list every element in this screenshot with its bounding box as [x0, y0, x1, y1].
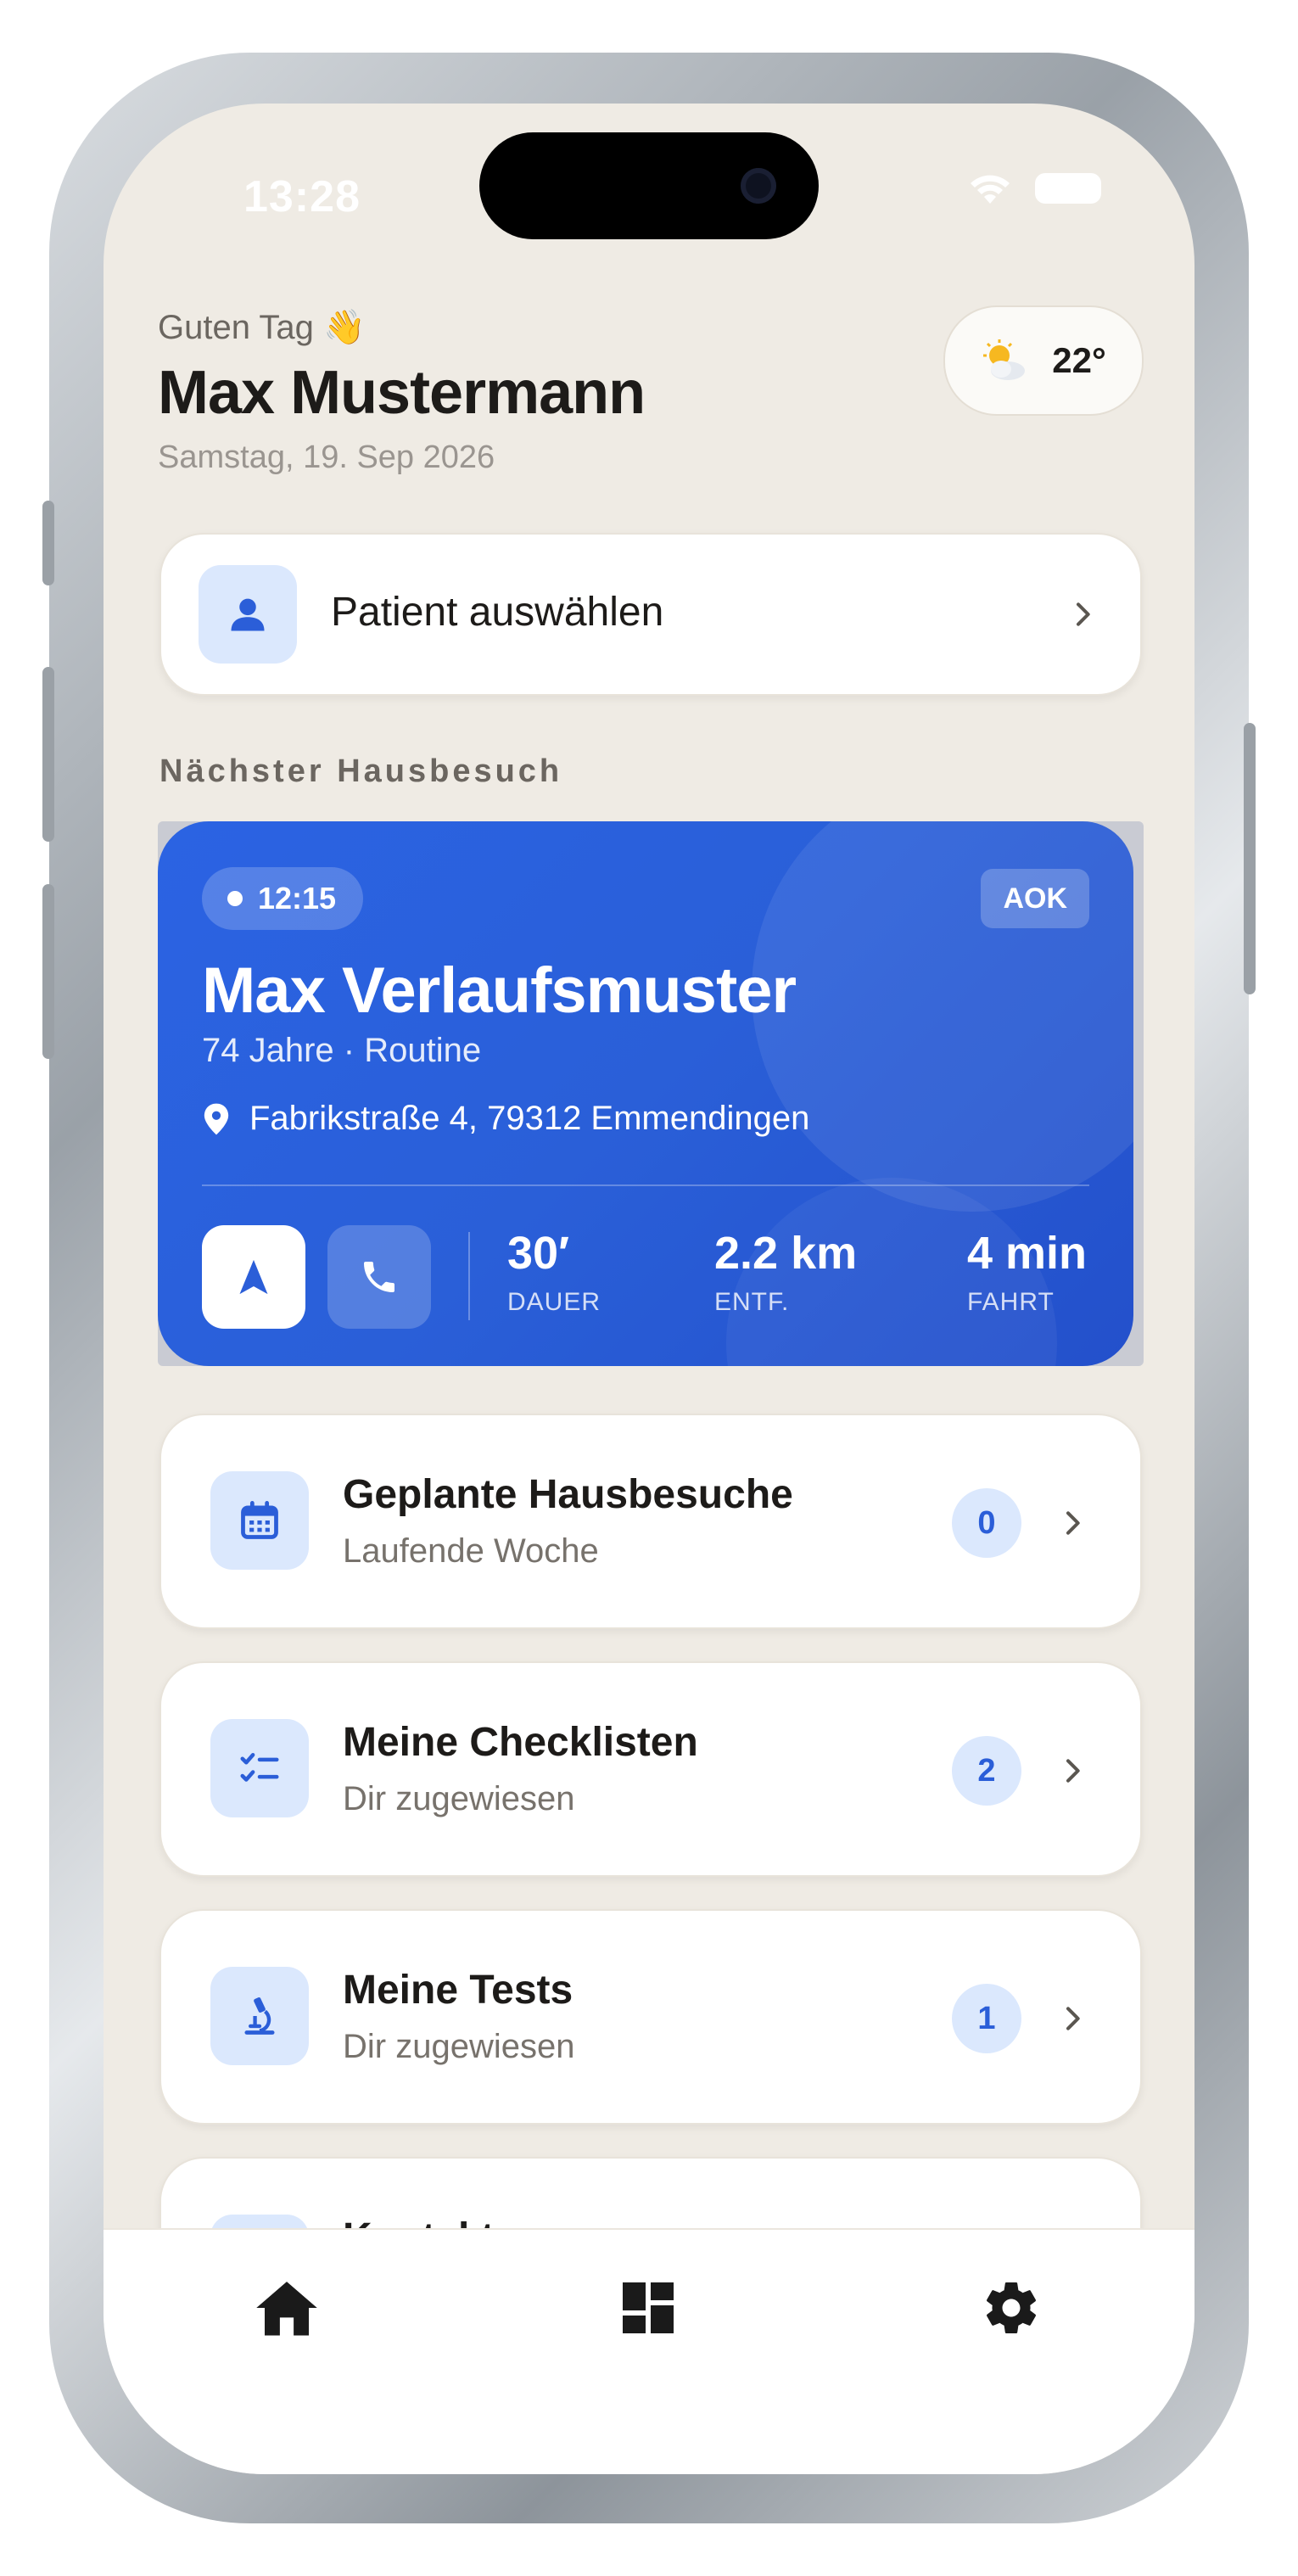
list-item-title: Geplante Hausbesuche [343, 1472, 793, 1517]
list-item-subtitle: Laufende Woche [343, 1532, 599, 1570]
tab-bar [104, 2228, 1194, 2474]
location-pin-icon [204, 1103, 229, 1134]
next-visit-card[interactable]: 12:15 AOK Max Verlaufsmuster 74 Jahre · … [158, 821, 1133, 1366]
wifi-icon [971, 175, 1010, 204]
list-item-checklists[interactable]: Meine Checklisten Dir zugewiesen 2 [159, 1661, 1142, 1877]
tab-settings[interactable] [976, 2272, 1047, 2344]
settings-icon [987, 2282, 1036, 2333]
insurance-badge: AOK [981, 869, 1089, 928]
greeting: Guten Tag 👋 [158, 309, 366, 346]
current-date: Samstag, 19. Sep 2026 [158, 440, 495, 475]
status-time: 13:28 [243, 172, 361, 221]
tab-home[interactable] [251, 2272, 322, 2344]
stat-value: 30′ [507, 1228, 570, 1279]
partly-sunny-icon [983, 339, 1026, 380]
battery-icon [1035, 173, 1101, 204]
phone-icon [364, 1262, 394, 1292]
temperature: 22° [1052, 340, 1106, 380]
visit-patient-meta: 74 Jahre · Routine [202, 1032, 482, 1069]
patient-select-label: Patient auswählen [331, 590, 664, 635]
chevron-right-icon [1066, 2007, 1080, 2030]
count-badge: 0 [952, 1488, 1021, 1558]
stat-drive-time: 4 min FAHRT [967, 1227, 1087, 1317]
side-button-volume-up [42, 667, 54, 842]
tab-dashboard[interactable] [613, 2272, 684, 2344]
side-button-volume-down [42, 884, 54, 1059]
status-dot-icon [227, 891, 243, 906]
count-badge: 1 [952, 1984, 1021, 2053]
list-item-title: Meine Tests [343, 1968, 573, 2013]
calendar-icon [241, 1501, 278, 1539]
patient-select-button[interactable]: Patient auswählen [159, 533, 1142, 696]
camera-icon [741, 168, 776, 204]
patient-icon-tile [199, 565, 297, 664]
count-badge: 2 [952, 1736, 1021, 1806]
checklist-icon-tile [210, 1719, 309, 1817]
microscope-icon-tile [210, 1967, 309, 2065]
checklist-icon [240, 1753, 279, 1782]
stat-label: DAUER [507, 1288, 601, 1316]
list-item-planned-visits[interactable]: Geplante Hausbesuche Laufende Woche 0 [159, 1414, 1142, 1629]
status-indicators [967, 171, 1101, 205]
list-item-tests[interactable]: Meine Tests Dir zugewiesen 1 [159, 1909, 1142, 2125]
visit-time: 12:15 [258, 881, 337, 916]
side-button-action [42, 501, 54, 585]
visit-address-text: Fabrikstraße 4, 79312 Emmendingen [249, 1100, 810, 1137]
chevron-right-icon [1077, 602, 1090, 626]
stat-distance: 2.2 km ENTF. [714, 1227, 857, 1317]
stat-duration: 30′ DAUER [507, 1227, 601, 1317]
section-title-next-visit: Nächster Hausbesuch [159, 753, 563, 789]
visit-patient-name: Max Verlaufsmuster [202, 955, 797, 1027]
visit-address: Fabrikstraße 4, 79312 Emmendingen [202, 1100, 809, 1138]
weather-chip[interactable]: 22° [943, 305, 1144, 416]
list-item-subtitle: Dir zugewiesen [343, 2028, 575, 2065]
divider [202, 1184, 1089, 1186]
user-name: Max Mustermann [158, 359, 646, 427]
stats-separator [468, 1232, 470, 1320]
stat-label: FAHRT [967, 1288, 1055, 1316]
person-icon [231, 598, 265, 631]
navigation-arrow-icon [239, 1259, 268, 1295]
microscope-icon [244, 1997, 275, 2035]
screen: 13:28 Guten Tag 👋 Max Mustermann Samstag… [104, 104, 1194, 2474]
stat-label: ENTF. [714, 1288, 790, 1316]
dynamic-island [479, 132, 819, 239]
list-item-subtitle: Dir zugewiesen [343, 1780, 575, 1817]
call-button[interactable] [327, 1225, 431, 1329]
stat-value: 4 min [967, 1228, 1088, 1279]
calendar-icon-tile [210, 1471, 309, 1570]
chevron-right-icon [1066, 1759, 1080, 1783]
list-item-title: Meine Checklisten [343, 1720, 698, 1765]
chevron-right-icon [1066, 1511, 1080, 1535]
visit-time-pill: 12:15 [202, 867, 364, 930]
dashboard-icon [623, 2282, 674, 2333]
side-button-power [1244, 723, 1256, 994]
navigate-button[interactable] [202, 1225, 305, 1329]
home-icon [256, 2282, 317, 2336]
stat-value: 2.2 km [714, 1228, 858, 1279]
